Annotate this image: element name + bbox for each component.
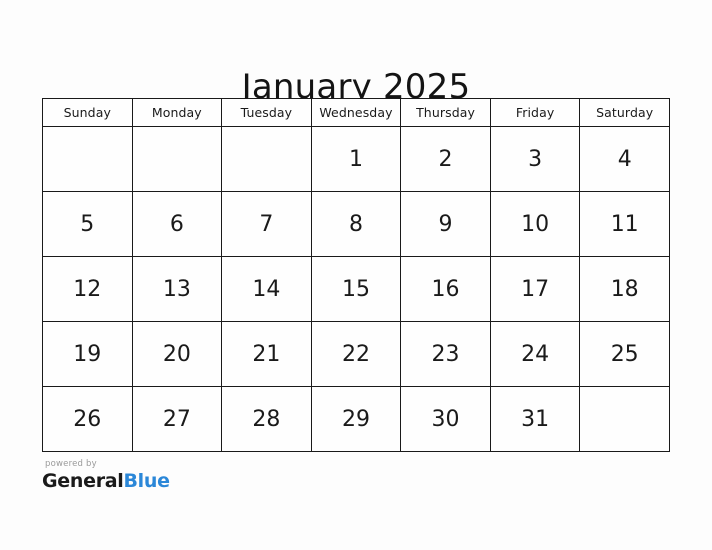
calendar-week-row: 1 2 3 4: [42, 126, 670, 192]
day-cell[interactable]: 18: [579, 256, 670, 322]
day-cell[interactable]: 4: [579, 126, 670, 192]
day-cell[interactable]: 8: [310, 191, 402, 257]
calendar-week-row: 12 13 14 15 16 17 18: [42, 256, 670, 322]
calendar-week-row: 26 27 28 29 30 31: [42, 386, 670, 452]
brand-name-general: General: [42, 469, 124, 492]
weekday-header-tuesday: Tuesday: [221, 98, 312, 127]
day-cell[interactable]: 25: [579, 321, 670, 387]
weekday-header-wednesday: Wednesday: [310, 98, 402, 127]
day-cell[interactable]: 30: [400, 386, 491, 452]
day-cell[interactable]: 5: [42, 191, 133, 257]
day-cell[interactable]: 22: [310, 321, 402, 387]
calendar-header-row-group: Sunday Monday Tuesday Wednesday Thursday…: [42, 98, 670, 127]
day-cell[interactable]: 9: [400, 191, 491, 257]
day-cell[interactable]: 7: [221, 191, 312, 257]
weekday-header-thursday: Thursday: [400, 98, 491, 127]
day-cell[interactable]: 2: [400, 126, 491, 192]
day-cell[interactable]: [131, 126, 223, 192]
calendar-page: January 2025 Sunday Monday Tuesday Wedne…: [0, 0, 712, 550]
day-cell[interactable]: 13: [131, 256, 223, 322]
day-cell[interactable]: 1: [310, 126, 402, 192]
day-cell[interactable]: 17: [489, 256, 581, 322]
day-cell[interactable]: 29: [310, 386, 402, 452]
day-cell[interactable]: 31: [489, 386, 581, 452]
day-cell[interactable]: [42, 126, 133, 192]
day-cell[interactable]: 10: [489, 191, 581, 257]
weekday-header-sunday: Sunday: [42, 98, 133, 127]
day-cell[interactable]: 28: [221, 386, 312, 452]
day-cell[interactable]: 11: [579, 191, 670, 257]
day-cell[interactable]: 27: [131, 386, 223, 452]
day-cell[interactable]: [579, 386, 670, 452]
calendar-body: 1 2 3 4 5 6 7 8 9 10 11 12 13 14 15 16 1…: [42, 126, 670, 452]
day-cell[interactable]: 23: [400, 321, 491, 387]
weekday-header-saturday: Saturday: [579, 98, 670, 127]
day-cell[interactable]: [221, 126, 312, 192]
generalblue-logo[interactable]: powered by GeneralBlue: [42, 460, 170, 491]
day-cell[interactable]: 6: [131, 191, 223, 257]
day-cell[interactable]: 19: [42, 321, 133, 387]
brand-name-blue: Blue: [123, 469, 171, 492]
day-cell[interactable]: 16: [400, 256, 491, 322]
day-cell[interactable]: 14: [221, 256, 312, 322]
weekday-header-row: Sunday Monday Tuesday Wednesday Thursday…: [42, 98, 670, 127]
day-cell[interactable]: 24: [489, 321, 581, 387]
powered-by-label: powered by: [45, 459, 97, 469]
day-cell[interactable]: 21: [221, 321, 312, 387]
day-cell[interactable]: 26: [42, 386, 133, 452]
weekday-header-friday: Friday: [489, 98, 581, 127]
day-cell[interactable]: 15: [310, 256, 402, 322]
day-cell[interactable]: 12: [42, 256, 133, 322]
brand-wordmark: GeneralBlue: [42, 469, 171, 492]
weekday-header-monday: Monday: [131, 98, 223, 127]
day-cell[interactable]: 3: [489, 126, 581, 192]
calendar-week-row: 5 6 7 8 9 10 11: [42, 191, 670, 257]
day-cell[interactable]: 20: [131, 321, 223, 387]
calendar-week-row: 19 20 21 22 23 24 25: [42, 321, 670, 387]
calendar-grid: Sunday Monday Tuesday Wednesday Thursday…: [42, 98, 670, 452]
